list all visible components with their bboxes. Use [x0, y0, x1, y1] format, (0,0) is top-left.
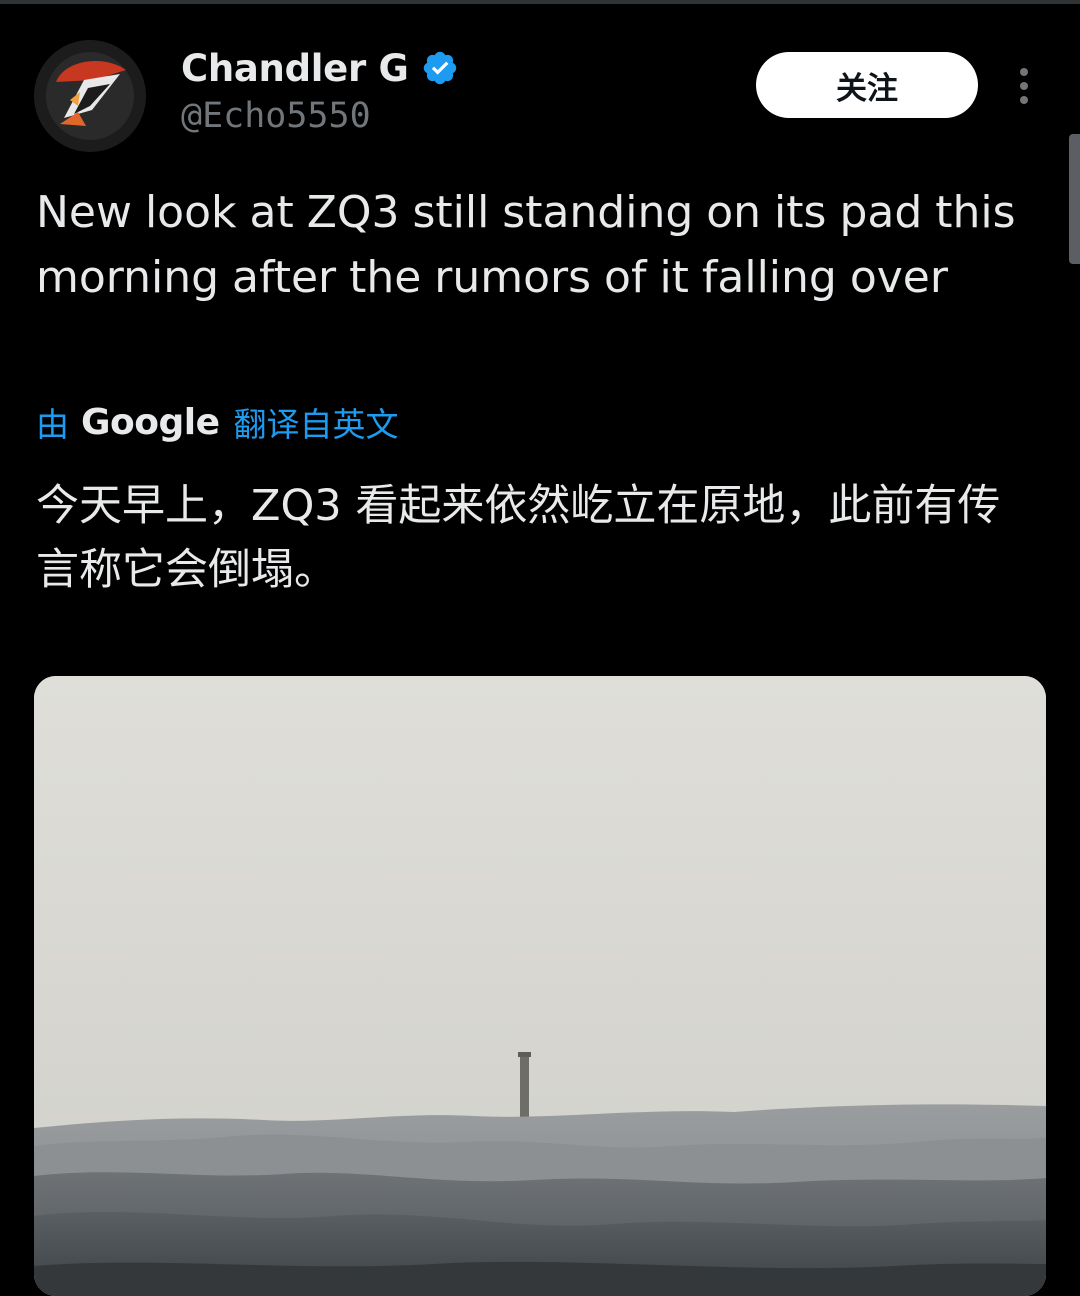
- translation-attribution[interactable]: 由 Google 翻译自英文: [36, 398, 399, 446]
- author-avatar[interactable]: [34, 40, 146, 152]
- translation-suffix[interactable]: 翻译自英文: [234, 398, 399, 446]
- tweet-media-image[interactable]: [34, 676, 1046, 1296]
- avatar-emblem-icon: [34, 40, 146, 152]
- more-dot: [1020, 82, 1028, 90]
- translation-prefix: 由: [36, 405, 69, 444]
- more-dot: [1020, 68, 1028, 76]
- verified-badge-icon: [423, 51, 456, 85]
- translated-tweet-text: 今天早上，ZQ3 看起来依然屹立在原地，此前有传言称它会倒塌。: [36, 481, 1001, 595]
- author-handle[interactable]: @Echo5550: [181, 96, 371, 136]
- more-dot: [1020, 96, 1028, 104]
- scrollbar-thumb[interactable]: [1069, 134, 1080, 264]
- author-display-name[interactable]: Chandler G: [181, 47, 409, 90]
- author-name-row[interactable]: Chandler G: [181, 44, 459, 92]
- top-divider: [0, 0, 1080, 4]
- rocket-tower: [520, 1054, 529, 1126]
- tweet-text: New look at ZQ3 still standing on its pa…: [36, 187, 1016, 303]
- rocket-on-pad-photo: [34, 676, 1046, 1296]
- google-logo: Google: [81, 401, 220, 443]
- more-options-icon[interactable]: [1006, 64, 1042, 108]
- follow-button[interactable]: 关注: [756, 52, 978, 118]
